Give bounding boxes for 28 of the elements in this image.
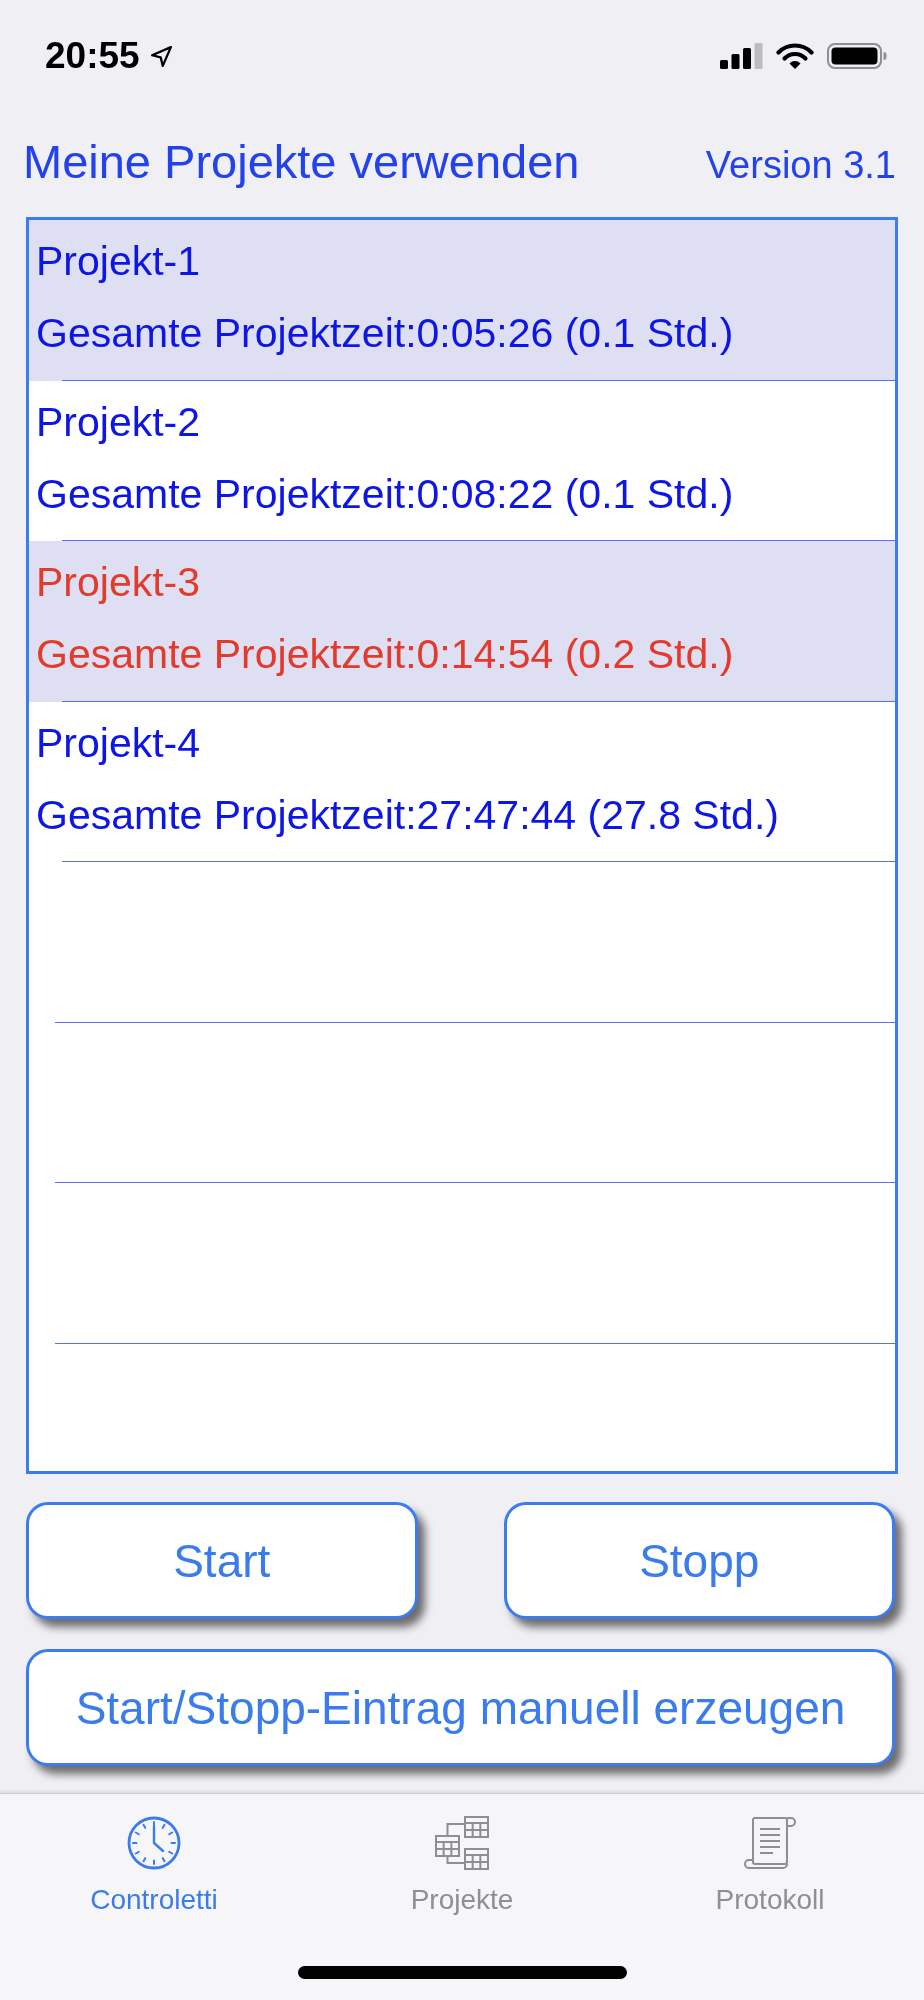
project-total-time: Gesamte Projektzeit:0:14:54 (0.2 Std.) xyxy=(36,634,734,675)
table-grids-icon xyxy=(435,1816,489,1870)
project-name: Projekt-1 xyxy=(36,241,201,282)
tab-button[interactable]: Projekte xyxy=(410,1816,514,1915)
project-row[interactable]: Projekt-4 Gesamte Projektzeit:27:47:44 (27.8 Std.) xyxy=(29,701,895,862)
clock-icon xyxy=(127,1816,181,1870)
project-name: Projekt-3 xyxy=(36,562,201,603)
project-row[interactable]: Projekt-3 Gesamte Projektzeit:0:14:54 (0.2 Std.) xyxy=(29,541,895,702)
wifi-icon xyxy=(776,42,814,70)
battery-icon xyxy=(827,43,887,69)
project-total-time: Gesamte Projektzeit:0:08:22 (0.1 Std.) xyxy=(36,473,734,515)
tab-button[interactable]: Protokoll xyxy=(715,1816,825,1915)
version-label: Version 3.1 xyxy=(705,143,896,188)
location-arrow-icon xyxy=(148,44,174,69)
action-button[interactable]: Start/Stopp-Eintrag manuell erzeugen xyxy=(26,1649,895,1766)
status-time: 20:55 xyxy=(45,34,140,78)
project-name: Projekt-2 xyxy=(36,401,201,443)
project-total-time: Gesamte Projektzeit:0:05:26 (0.1 Std.) xyxy=(36,313,734,354)
screen-title: Meine Projekte verwenden xyxy=(23,135,580,189)
signal-strength-icon xyxy=(720,43,763,69)
action-button[interactable]: Stopp xyxy=(503,1502,895,1619)
project-name: Projekt-4 xyxy=(36,722,201,764)
action-button[interactable]: Start xyxy=(26,1502,418,1619)
scroll-document-icon xyxy=(743,1816,797,1870)
project-total-time: Gesamte Projektzeit:27:47:44 (27.8 Std.) xyxy=(36,794,779,836)
project-row[interactable]: Projekt-2 Gesamte Projektzeit:0:08:22 (0.1 Std.) xyxy=(29,380,895,541)
tab-button[interactable]: Controletti xyxy=(90,1816,218,1915)
project-row[interactable]: Projekt-1 Gesamte Projektzeit:0:05:26 (0.1 Std.) xyxy=(29,220,895,381)
